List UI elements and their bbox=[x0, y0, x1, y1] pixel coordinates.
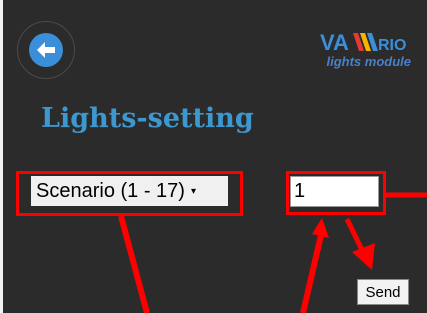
annotation-line-input bbox=[300, 234, 324, 313]
annotation-line-select bbox=[118, 215, 150, 313]
annotation-arrows bbox=[118, 192, 427, 313]
annotation-line-send bbox=[344, 217, 366, 254]
annotation-arrowhead-send bbox=[352, 243, 375, 270]
annotation-arrowhead-input bbox=[312, 218, 329, 238]
